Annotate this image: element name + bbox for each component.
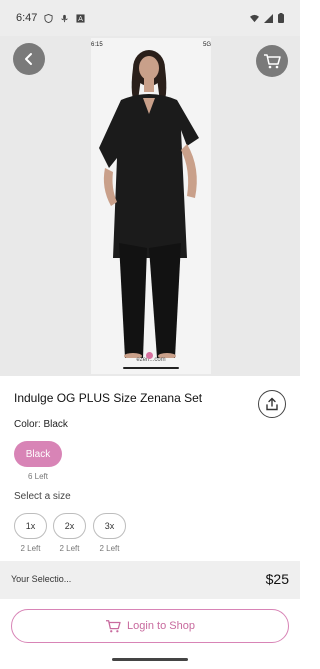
size-stock-1x: 2 Left [20,544,41,553]
product-photo: 6:15 5G ezen...com [91,38,211,374]
size-option-3x[interactable]: 3x [93,513,126,539]
product-title: Indulge OG PLUS Size Zenana Set [14,391,203,405]
back-button[interactable] [13,43,45,75]
color-label: Color: Black [14,419,68,430]
cart-icon [264,54,281,69]
a-box-icon: A [76,14,85,23]
wifi-icon [250,14,259,22]
login-to-shop-button[interactable]: Login to Shop [11,609,289,643]
color-stock: 6 Left [27,472,48,481]
carousel-indicator-dot[interactable] [146,352,153,359]
model-figure [99,50,199,358]
selection-price: $25 [265,571,289,587]
mic-off-icon [61,14,69,22]
svg-text:A: A [79,14,84,23]
shield-icon [44,13,53,23]
size-option-1x[interactable]: 1x [14,513,47,539]
selection-summary: Your Selectio... $25 [0,561,300,599]
size-option-2x[interactable]: 2x [53,513,86,539]
share-button[interactable] [258,390,286,418]
cart-button[interactable] [256,45,288,77]
signal-icon [264,13,273,23]
share-icon [266,397,278,411]
chevron-left-icon [25,53,32,65]
home-indicator[interactable] [112,658,188,661]
cart-icon [106,620,121,633]
color-option-black[interactable]: Black [14,441,62,467]
size-stock-2x: 2 Left [59,544,80,553]
login-button-label: Login to Shop [127,620,195,632]
status-time: 6:47 [16,12,38,24]
photo-home-bar [123,367,179,369]
status-bar: 6:47 A [0,0,300,36]
selection-label: Your Selectio... [11,574,72,584]
product-image-carousel[interactable]: 6:15 5G ezen...com [0,36,300,376]
size-stock-3x: 2 Left [99,544,120,553]
battery-icon [278,13,284,23]
size-label: Select a size [14,491,71,502]
